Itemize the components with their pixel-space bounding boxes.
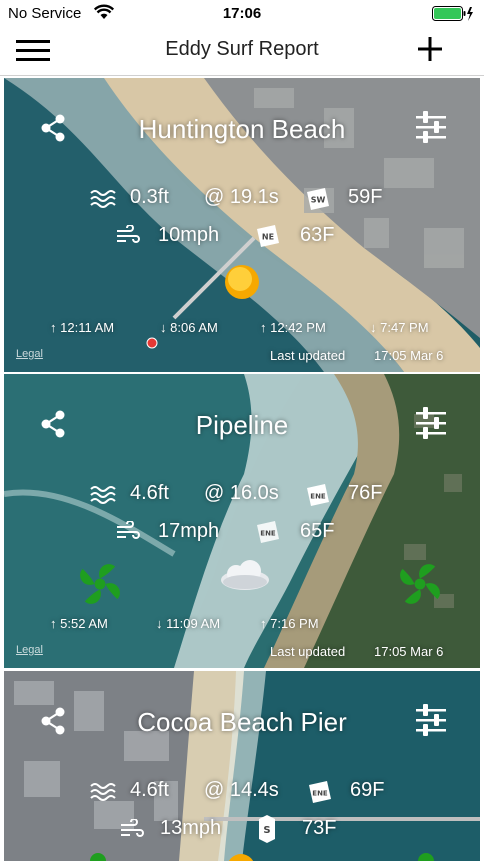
swell-direction: SW	[311, 196, 326, 205]
water-temp: 76F	[348, 482, 383, 504]
clock: 17:06	[222, 5, 262, 22]
last-updated-label: Last updated	[270, 348, 346, 363]
tide-time: 5:52 AM	[60, 616, 108, 631]
spot-settings-icon[interactable]	[414, 406, 448, 440]
wind-direction-badge: S	[259, 815, 275, 843]
air-temp: 73F	[302, 817, 337, 839]
swell-period: @ 16.0s	[204, 482, 279, 504]
wind-direction: S	[263, 825, 270, 836]
wind-fan-icon	[80, 564, 120, 604]
wind-direction: NE	[262, 233, 274, 242]
swell-direction-badge: SW	[307, 188, 329, 210]
hamburger-menu-icon[interactable]	[16, 36, 52, 66]
tide-3: ↑ 7:16 PM	[260, 616, 319, 631]
tide-time: 12:11 AM	[60, 320, 115, 335]
tide-time: 7:16 PM	[270, 616, 319, 631]
nav-bar: Eddy Surf Report	[0, 28, 484, 76]
tide-1: ↑ 5:52 AM	[50, 616, 108, 631]
wind-speed: 10mph	[158, 224, 220, 246]
wind-icon	[116, 225, 140, 243]
wind-fan-icon	[418, 853, 434, 861]
swell-direction-badge: ENE	[307, 484, 329, 506]
spot-settings-icon[interactable]	[414, 703, 448, 737]
swell-icon	[90, 190, 116, 208]
tide-2: ↓ 8:06 AM	[160, 320, 218, 335]
legal-link[interactable]: Legal	[16, 348, 43, 360]
tide-4: ↓ 7:47 PM	[370, 320, 429, 335]
wind-icon	[120, 819, 144, 837]
tide-time: 11:09 AM	[166, 616, 221, 631]
tide-3: ↑ 12:42 PM	[260, 320, 326, 335]
legal-link[interactable]: Legal	[16, 644, 43, 656]
satellite-map-image	[4, 671, 480, 861]
wind-direction-badge: NE	[257, 225, 279, 247]
spot-card-huntington-beach[interactable]: Huntington Beach 0.3ft @ 19.1s SW 59F 10…	[4, 78, 480, 372]
spot-card-pipeline[interactable]: Pipeline 4.6ft @ 16.0s ENE 76F 17mph ENE…	[4, 374, 480, 668]
wind-speed: 13mph	[160, 817, 222, 839]
air-temp: 65F	[300, 520, 335, 542]
spot-card-cocoa-beach-pier[interactable]: Cocoa Beach Pier 4.6ft @ 14.4s ENE 69F 1…	[4, 671, 480, 861]
tide-time: 8:06 AM	[170, 320, 218, 335]
swell-direction-badge: ENE	[309, 781, 331, 803]
tide-time: 12:42 PM	[270, 320, 326, 335]
wind-speed: 17mph	[158, 520, 220, 542]
water-temp: 59F	[348, 186, 383, 208]
spot-name: Cocoa Beach Pier	[137, 707, 347, 737]
wind-fan-icon	[90, 853, 106, 861]
tide-time: 7:47 PM	[380, 320, 429, 335]
swell-period: @ 14.4s	[204, 779, 279, 801]
swell-icon	[90, 486, 116, 504]
tide-1: ↑ 12:11 AM	[50, 320, 115, 335]
swell-height: 4.6ft	[130, 779, 169, 801]
air-temp: 63F	[300, 224, 335, 246]
swell-direction: ENE	[310, 493, 326, 501]
spot-name: Huntington Beach	[138, 114, 346, 144]
add-spot-icon[interactable]	[416, 34, 444, 64]
swell-icon	[90, 783, 116, 801]
swell-height: 0.3ft	[130, 186, 169, 208]
battery-charging-icon	[432, 6, 473, 21]
spot-name: Pipeline	[195, 410, 289, 440]
swell-direction: ENE	[312, 790, 328, 798]
last-updated-time: 17:05 Mar 6	[374, 348, 444, 363]
sun-icon	[228, 854, 254, 861]
spot-settings-icon[interactable]	[414, 110, 448, 144]
status-bar: No Service 17:06	[0, 0, 484, 28]
wind-direction: ENE	[260, 530, 276, 538]
sun-icon	[225, 265, 259, 299]
cloud-icon	[221, 560, 269, 590]
tide-2: ↓ 11:09 AM	[156, 616, 221, 631]
wind-direction-badge: ENE	[257, 521, 279, 543]
swell-period: @ 19.1s	[204, 186, 279, 208]
last-updated-time: 17:05 Mar 6	[374, 644, 444, 659]
wind-fan-icon	[400, 564, 440, 604]
wind-icon	[116, 521, 140, 539]
swell-height: 4.6ft	[130, 482, 169, 504]
last-updated-label: Last updated	[270, 644, 346, 659]
water-temp: 69F	[350, 779, 385, 801]
app-title: Eddy Surf Report	[165, 38, 319, 60]
